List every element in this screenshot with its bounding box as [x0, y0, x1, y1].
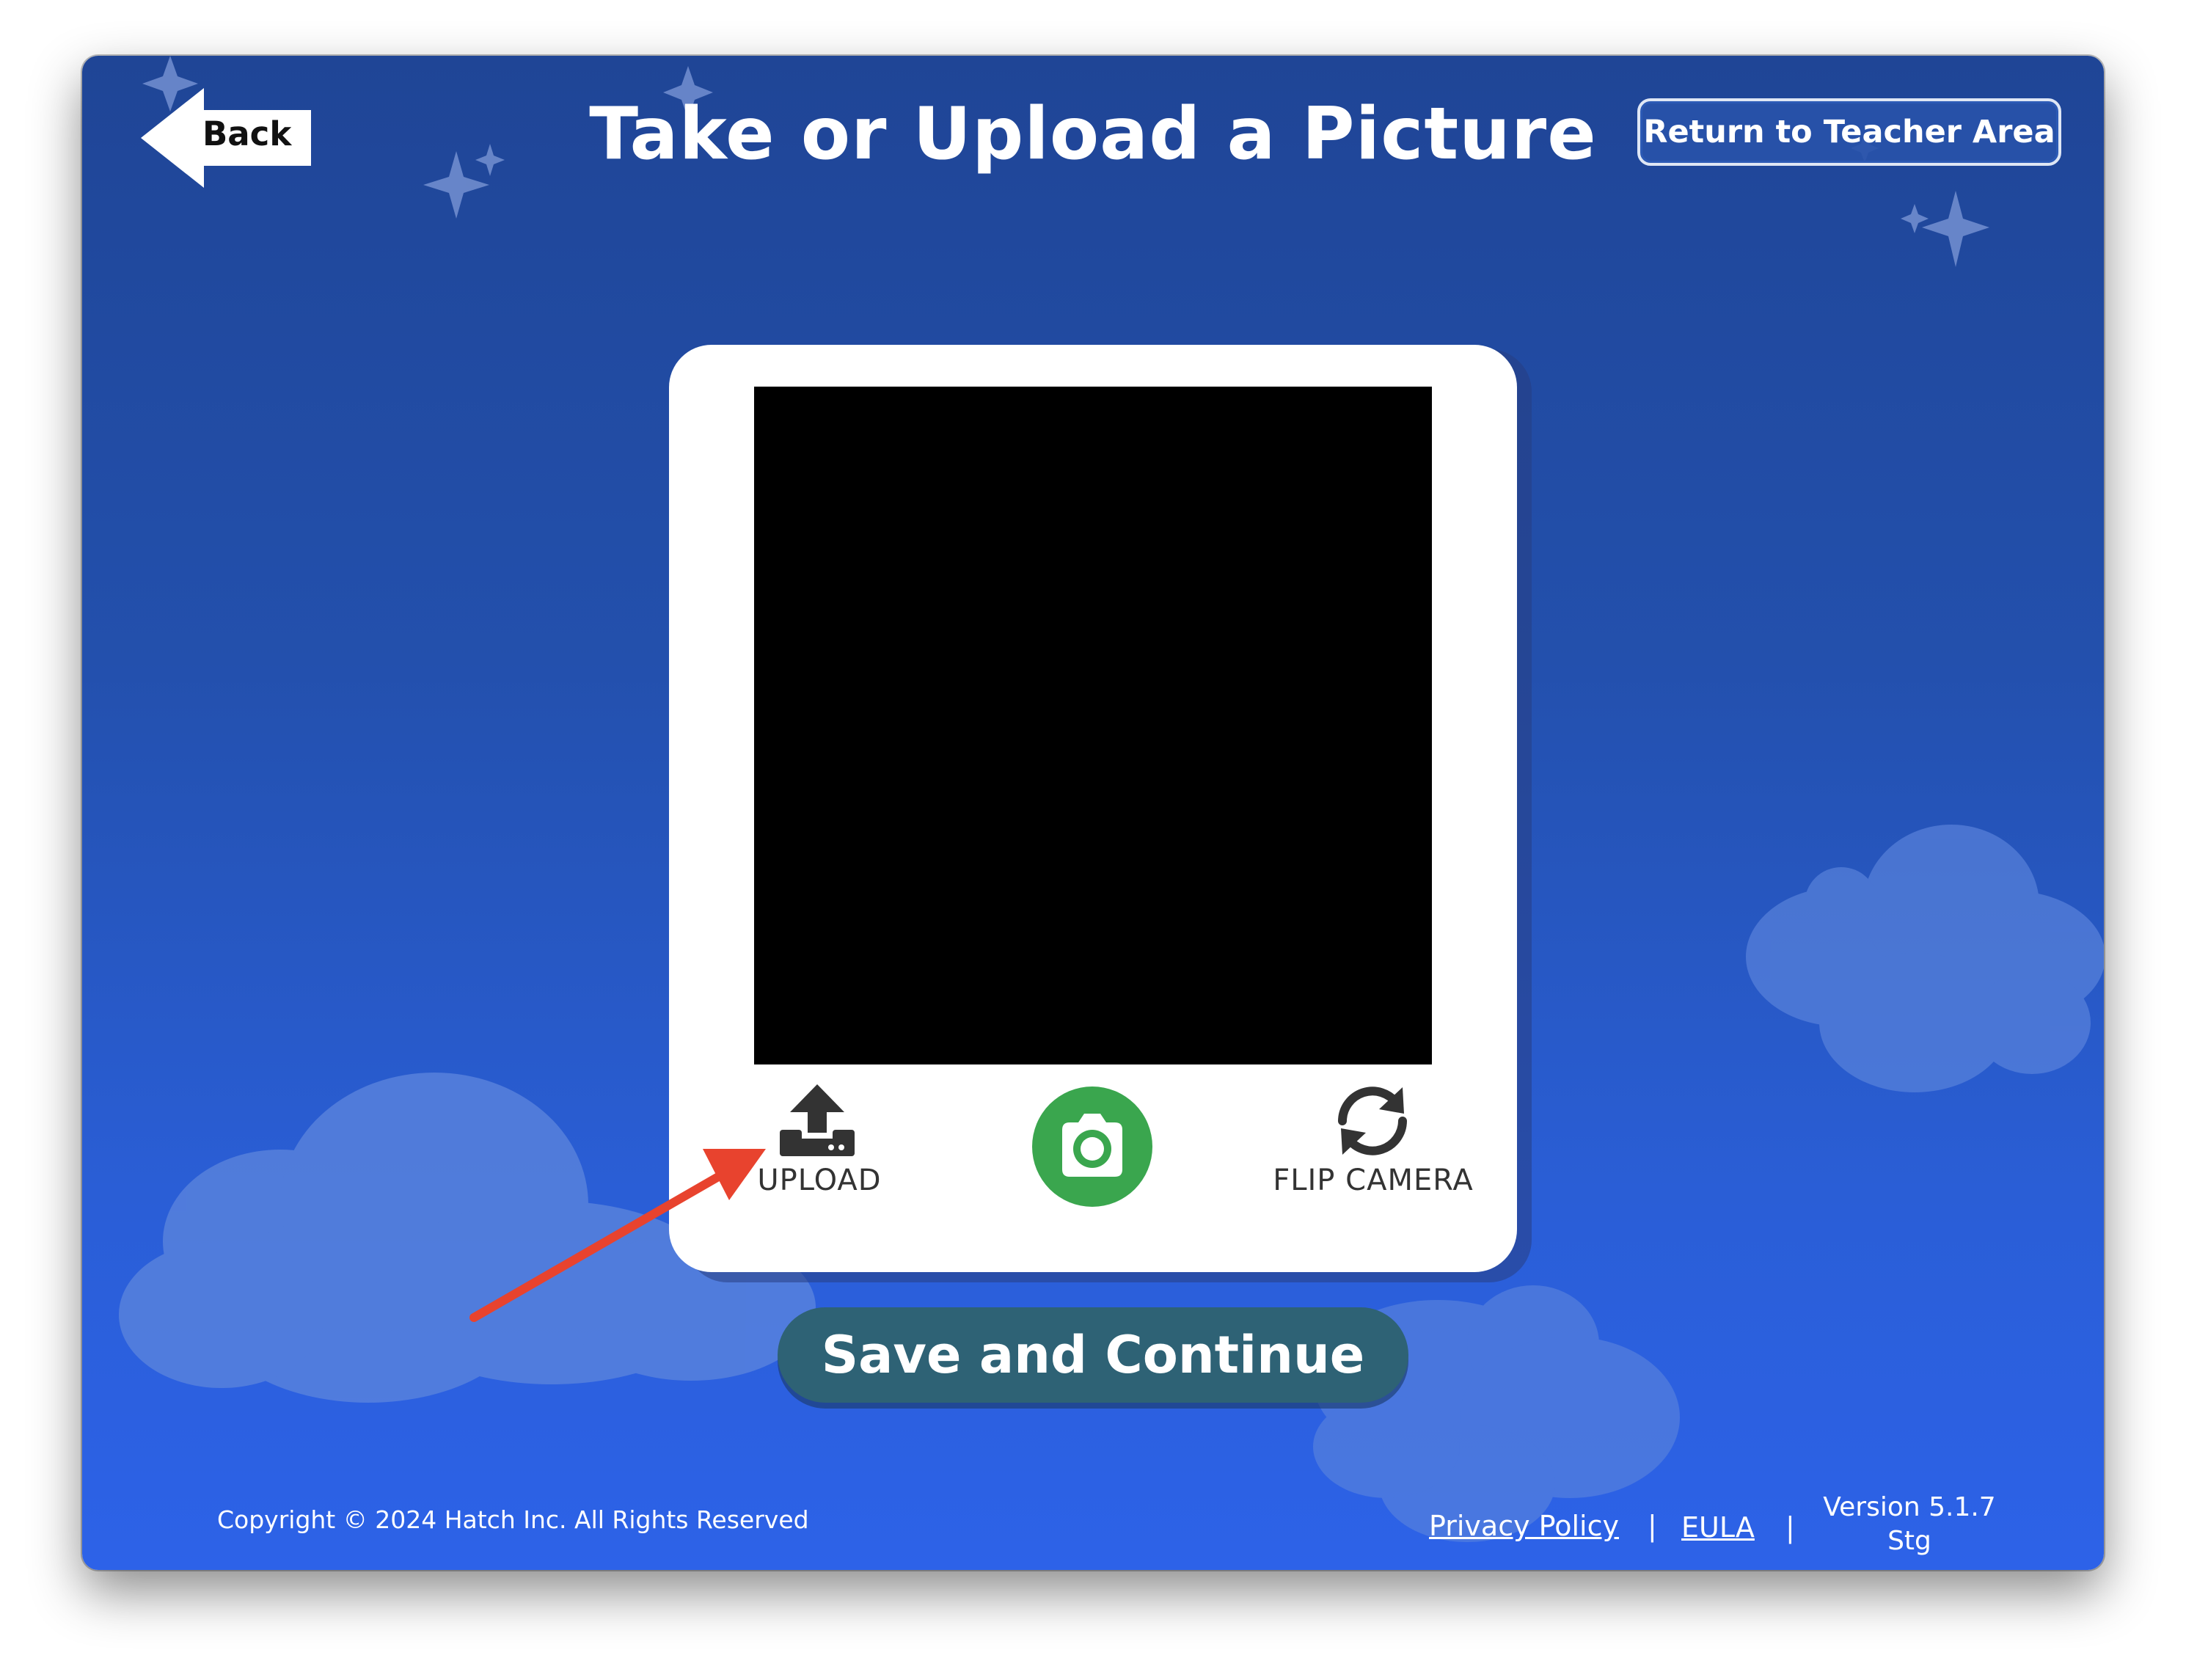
camera-viewfinder [754, 387, 1432, 1064]
flip-camera-label: FLIP CAMERA [1273, 1164, 1474, 1197]
save-and-continue-button[interactable]: Save and Continue [778, 1307, 1408, 1403]
upload-icon [780, 1084, 855, 1156]
version-number: Version 5.1.7 [1823, 1492, 1996, 1522]
cloud-right [1746, 825, 2104, 1092]
app-window: Back Take or Upload a Picture Return to … [82, 56, 2104, 1570]
eula-link[interactable]: EULA [1681, 1511, 1755, 1544]
upload-label: UPLOAD [757, 1164, 882, 1197]
flip-camera-icon [1338, 1086, 1407, 1155]
version-info: Version 5.1.7 Stg [1805, 1491, 2014, 1558]
upload-button[interactable]: UPLOAD [739, 1084, 900, 1202]
version-environment: Stg [1887, 1526, 1931, 1556]
privacy-policy-link[interactable]: Privacy Policy [1429, 1510, 1619, 1542]
footer-separator: | [1785, 1511, 1795, 1544]
camera-card: UPLOAD FLIP CAMERA [669, 345, 1517, 1272]
flip-camera-button[interactable]: FLIP CAMERA [1256, 1084, 1491, 1202]
return-to-teacher-area-button[interactable]: Return to Teacher Area [1637, 98, 2061, 166]
footer-separator: | [1648, 1510, 1657, 1542]
camera-icon [1032, 1086, 1152, 1207]
take-picture-button[interactable] [1030, 1084, 1155, 1209]
copyright-text: Copyright © 2024 Hatch Inc. All Rights R… [217, 1505, 809, 1534]
